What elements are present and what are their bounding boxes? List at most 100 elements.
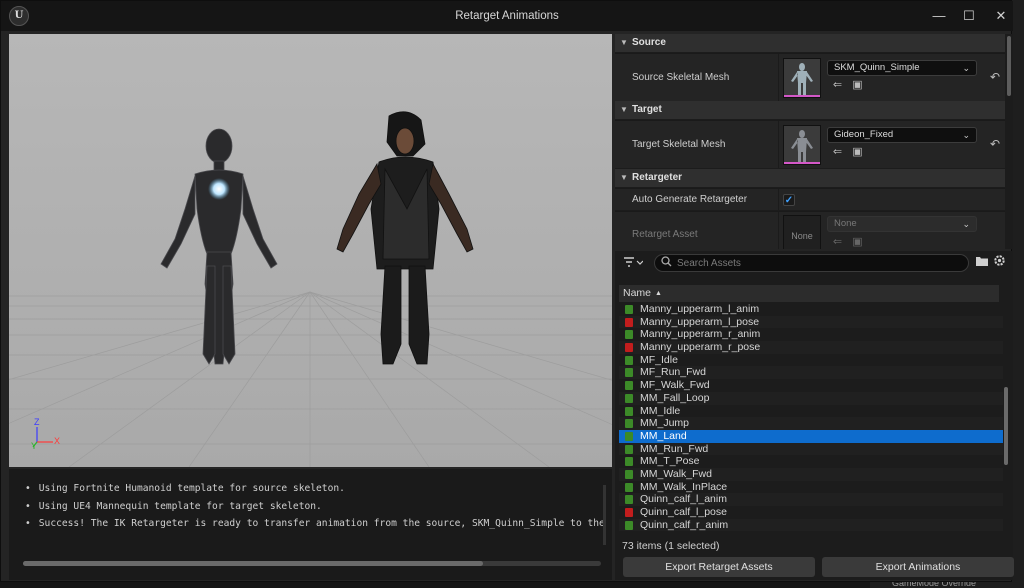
asset-row[interactable]: MM_Walk_InPlace [619,481,1003,494]
target-mesh-dropdown[interactable]: Gideon_Fixed ⌄ [827,127,977,143]
use-selected-icon[interactable]: ⇐ [831,79,844,92]
auto-generate-checkbox[interactable]: ✓ [783,194,795,206]
animation-asset-icon [625,368,633,378]
axis-y-label: Y [31,441,38,451]
asset-row[interactable]: MM_T_Pose [619,455,1003,468]
asset-row-label: MM_Idle [640,404,681,417]
asset-row-label: Manny_upperarm_l_anim [640,303,760,315]
minimize-button[interactable]: — [927,5,951,27]
asset-row[interactable]: Manny_upperarm_l_anim [619,303,1003,316]
asset-list-scrollbar[interactable] [1004,387,1008,465]
animation-asset-icon [625,469,633,479]
name-column-header[interactable]: Name ▲ [619,285,999,302]
asset-row-label: MM_Land [640,429,687,442]
browse-to-asset-icon[interactable]: ▣ [851,236,864,249]
retarget-asset-label: Retarget Asset [632,229,698,240]
export-animations-button[interactable]: Export Animations [822,557,1014,577]
asset-row[interactable]: MM_Jump [619,417,1003,430]
filter-icon[interactable] [623,255,644,272]
column-divider [778,121,779,168]
retarget-asset-dropdown[interactable]: None ⌄ [827,216,977,232]
reset-to-default-icon[interactable]: ↶ [990,137,1000,151]
asset-row-label: Quinn_calf_l_pose [640,506,727,518]
log-line: Using UE4 Mannequin template for target … [25,501,605,519]
use-selected-icon[interactable]: ⇐ [831,236,844,249]
reset-to-default-icon[interactable]: ↶ [990,70,1000,84]
asset-row[interactable]: MM_Run_Fwd [619,442,1003,456]
asset-row[interactable]: Manny_upperarm_l_pose [619,315,1003,329]
auto-generate-row: Auto Generate Retargeter ✓ [615,188,1005,210]
log-horizontal-scrollbar[interactable] [23,561,601,566]
section-source-header[interactable]: ▼ Source [615,34,1005,52]
chest-glow [208,178,230,200]
retarget-asset-value: None [834,218,857,229]
animation-asset-icon [625,330,633,340]
asset-row[interactable]: Manny_upperarm_r_pose [619,341,1003,354]
export-retarget-assets-button[interactable]: Export Retarget Assets [623,557,815,577]
animation-asset-icon [625,406,633,416]
animation-asset-icon [625,381,633,391]
chevron-down-icon: ⌄ [962,219,970,229]
log-line: Success! The IK Retargeter is ready to t… [25,518,605,536]
title-bar[interactable]: U Retarget Animations — ☐ ✕ [1,1,1013,31]
section-title: Retargeter [632,172,683,183]
gear-icon[interactable] [993,254,1006,270]
browse-to-asset-icon[interactable]: ▣ [851,146,864,159]
skeletal-mesh-color-bar [784,162,820,164]
target-mesh-row: Target Skeletal Mesh Gideon_Fixed ⌄ ⇐ ▣ … [615,120,1005,168]
asset-row[interactable]: MF_Idle [619,354,1003,367]
asset-row[interactable]: MM_Idle [619,405,1003,418]
asset-row[interactable]: Manny_upperarm_r_anim [619,328,1003,341]
asset-row[interactable]: MF_Walk_Fwd [619,379,1003,392]
browser-toolbar [615,251,1013,275]
collapse-triangle-icon: ▼ [620,38,628,47]
source-mesh-thumbnail[interactable] [783,58,821,98]
folder-icon[interactable] [975,255,989,270]
asset-row-label: MM_Jump [640,417,690,430]
target-mesh-thumbnail[interactable] [783,125,821,165]
asset-row[interactable]: MM_Fall_Loop [619,391,1003,405]
output-log[interactable]: Using Fortnite Humanoid template for sou… [9,469,612,580]
search-box[interactable] [654,254,969,272]
use-selected-icon[interactable]: ⇐ [831,146,844,159]
section-target-header[interactable]: ▼ Target [615,101,1005,119]
item-count: 73 items (1 selected) [622,540,720,552]
asset-row[interactable]: Quinn_calf_l_anim [619,493,1003,506]
asset-row-label: MF_Run_Fwd [640,366,706,379]
target-mesh-value: Gideon_Fixed [834,129,894,140]
asset-row-label: Manny_upperarm_l_pose [640,315,760,328]
retarget-asset-row: Retarget Asset None None ⌄ ⇐ ▣ [615,211,1005,249]
animation-asset-icon [625,457,633,467]
column-divider [778,189,779,210]
source-mesh-row: Source Skeletal Mesh SKM_Quinn_Simple ⌄ … [615,53,1005,101]
animation-asset-icon [625,305,633,314]
asset-row[interactable]: Quinn_calf_r_anim [619,518,1003,531]
maximize-button[interactable]: ☐ [957,5,981,27]
asset-row[interactable]: MM_Walk_Fwd [619,467,1003,481]
section-retargeter-header[interactable]: ▼ Retargeter [615,169,1005,187]
details-scrollbar[interactable] [1007,36,1011,96]
retarget-asset-thumbnail[interactable]: None [783,215,821,249]
asset-row-label: MM_T_Pose [640,455,700,468]
search-input[interactable] [677,256,957,270]
source-mesh-dropdown[interactable]: SKM_Quinn_Simple ⌄ [827,60,977,76]
asset-row[interactable]: Quinn_calf_l_pose [619,506,1003,519]
asset-row-label: MM_Walk_Fwd [640,467,712,480]
preview-viewport[interactable]: Z Y X [9,34,612,467]
asset-list[interactable]: Manny_upperarm_l_anim Manny_upperarm_l_po… [619,303,1003,531]
asset-row[interactable]: MF_Run_Fwd [619,366,1003,380]
background-app-edge [1012,0,1024,588]
log-scroll-thumb[interactable] [23,561,483,566]
source-mesh-value: SKM_Quinn_Simple [834,62,920,73]
asset-row[interactable]: MM_Land [619,429,1003,443]
close-button[interactable]: ✕ [989,5,1013,27]
target-mesh-label: Target Skeletal Mesh [632,139,726,150]
section-title: Target [632,104,662,115]
asset-row-label: MF_Idle [640,353,678,366]
character-thumb-icon [791,130,813,162]
pose-asset-icon [625,508,633,517]
browse-to-asset-icon[interactable]: ▣ [851,79,864,92]
log-vertical-scrollbar[interactable] [603,485,606,545]
viewport-scene [9,34,612,467]
collapse-triangle-icon: ▼ [620,105,628,114]
